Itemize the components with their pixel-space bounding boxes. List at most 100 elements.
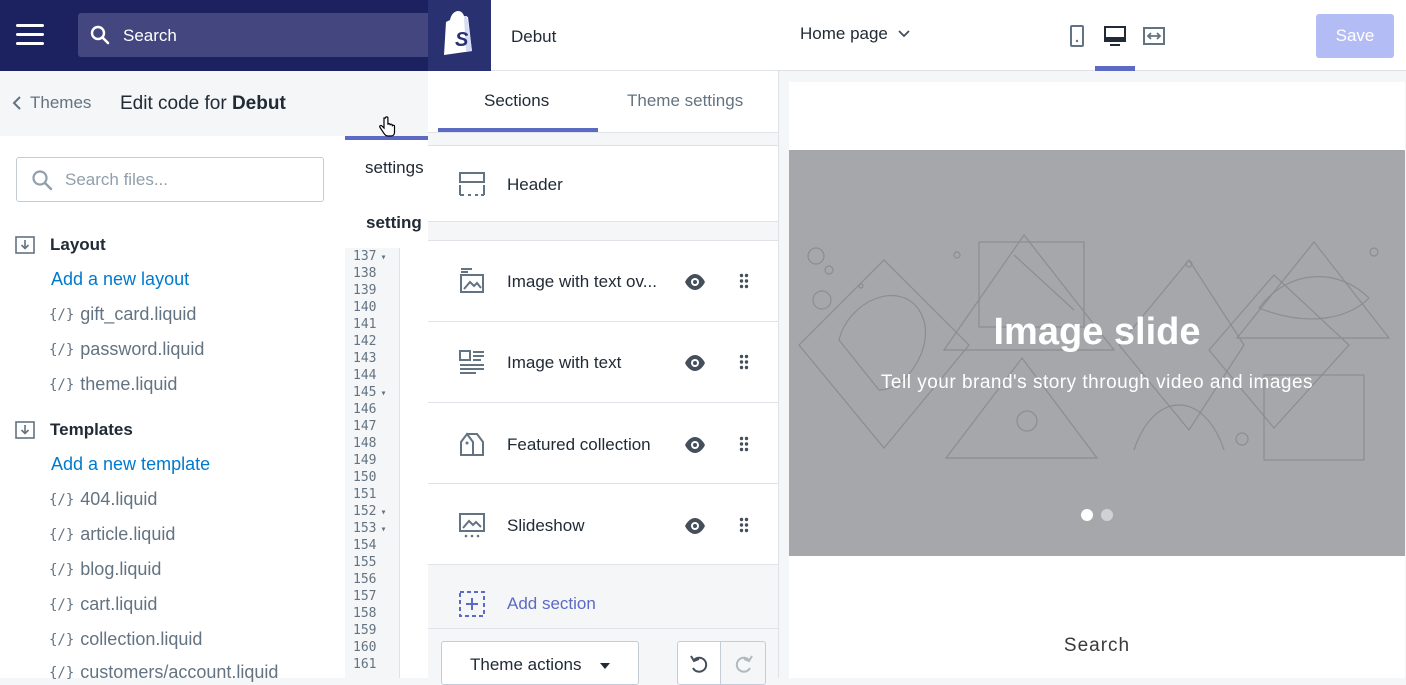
- line-number: 145: [345, 384, 399, 401]
- redo-icon: [735, 655, 753, 673]
- undo-icon: [690, 655, 708, 673]
- chevron-left-icon: [12, 96, 21, 110]
- slide-dot-active[interactable]: [1081, 509, 1093, 521]
- line-number: 160: [353, 640, 377, 655]
- image-overlay-icon: [460, 268, 484, 293]
- file-item[interactable]: {/} cart.liquid: [49, 594, 157, 615]
- fullscreen-view-icon[interactable]: [1142, 24, 1166, 48]
- folder-label: Templates: [50, 420, 133, 439]
- line-number: 161: [353, 657, 377, 672]
- shopify-bag-icon: S: [444, 11, 472, 55]
- line-number: 141: [353, 317, 377, 332]
- file-item[interactable]: {/} blog.liquid: [49, 559, 161, 580]
- section-label: Image with text ov...: [507, 272, 657, 291]
- folder-templates[interactable]: Templates: [14, 419, 133, 441]
- line-number: 149: [353, 453, 377, 468]
- header-section-icon: [459, 172, 485, 196]
- eye-icon[interactable]: [684, 352, 706, 374]
- section-item[interactable]: Image with text: [428, 321, 778, 403]
- add-section-icon: [459, 591, 485, 617]
- folder-icon: [15, 421, 35, 439]
- line-number: 153: [345, 520, 399, 537]
- section-item[interactable]: Featured collection: [428, 402, 778, 484]
- liquid-file-icon: {/}: [49, 561, 75, 578]
- add-layout-link[interactable]: Add a new layout: [51, 269, 189, 290]
- file-name: theme.liquid: [80, 374, 178, 394]
- slide-dot[interactable]: [1101, 509, 1113, 521]
- drag-handle-icon[interactable]: [739, 517, 749, 533]
- title-theme: Debut: [231, 93, 286, 114]
- liquid-file-icon: {/}: [49, 341, 75, 358]
- title-prefix: Edit code for: [120, 93, 232, 114]
- line-number: 157: [353, 589, 377, 604]
- undo-button[interactable]: [677, 641, 721, 685]
- tab-theme-settings[interactable]: Theme settings: [627, 91, 743, 111]
- search-icon: [32, 170, 53, 191]
- open-file-tab[interactable]: settings: [365, 158, 424, 178]
- line-number: 152: [345, 503, 399, 520]
- section-item[interactable]: Image with text ov...: [428, 240, 778, 322]
- drag-handle-icon[interactable]: [739, 436, 749, 452]
- drag-handle-icon[interactable]: [739, 273, 749, 289]
- drag-handle-icon[interactable]: [739, 354, 749, 370]
- eye-icon[interactable]: [684, 434, 706, 456]
- line-number: 154: [353, 538, 377, 553]
- line-number: 150: [353, 470, 377, 485]
- section-item[interactable]: Slideshow: [428, 483, 778, 565]
- section-header[interactable]: Header: [428, 145, 778, 222]
- collection-icon: [460, 432, 484, 456]
- redo-button[interactable]: [720, 641, 766, 685]
- tab-sections[interactable]: Sections: [484, 91, 549, 111]
- mobile-view-icon[interactable]: [1066, 24, 1088, 48]
- shopify-logo[interactable]: S: [428, 0, 491, 71]
- line-number-gutter: 137138 139 140 141 142 143 144145146 147 148 149 1…: [345, 248, 400, 678]
- slide-subtitle: Tell your brand's story through video an…: [880, 372, 1314, 393]
- section-label: Featured collection: [507, 435, 651, 454]
- slideshow-icon: [459, 513, 485, 538]
- line-number: 139: [353, 283, 377, 298]
- file-item[interactable]: {/} 404.liquid: [49, 489, 157, 510]
- line-number: 146: [353, 402, 377, 417]
- image-text-icon: [459, 350, 484, 374]
- eye-icon[interactable]: [684, 271, 706, 293]
- back-to-themes-link[interactable]: Themes: [12, 93, 91, 113]
- liquid-file-icon: {/}: [49, 631, 75, 648]
- file-name: 404.liquid: [80, 489, 158, 509]
- desktop-view-icon[interactable]: [1103, 24, 1127, 48]
- file-item[interactable]: {/} collection.liquid: [49, 629, 202, 650]
- theme-name: Debut: [511, 27, 557, 46]
- eye-icon[interactable]: [684, 515, 706, 537]
- file-heading: setting: [366, 213, 422, 232]
- line-number: 148: [353, 436, 377, 451]
- admin-search-input[interactable]: Search: [78, 13, 438, 57]
- line-number: 138: [353, 266, 377, 281]
- file-name: cart.liquid: [80, 594, 158, 614]
- line-number: 151: [353, 487, 377, 502]
- add-section-button[interactable]: Add section: [428, 580, 778, 628]
- line-number: 142: [353, 334, 377, 349]
- liquid-file-icon: {/}: [49, 376, 75, 393]
- file-item[interactable]: {/} theme.liquid: [49, 374, 177, 395]
- menu-icon[interactable]: [16, 24, 44, 46]
- back-label: Themes: [30, 93, 92, 112]
- folder-icon: [15, 236, 35, 254]
- file-item[interactable]: {/} article.liquid: [49, 524, 175, 545]
- file-search-input[interactable]: Search files...: [16, 157, 324, 202]
- page-selector[interactable]: Home page: [800, 24, 910, 44]
- save-button[interactable]: Save: [1316, 14, 1394, 58]
- theme-actions-label: Theme actions: [470, 655, 582, 674]
- liquid-file-icon: {/}: [49, 596, 75, 613]
- search-icon: [90, 25, 110, 45]
- file-item[interactable]: {/} customers/account.liquid: [49, 662, 278, 683]
- file-item[interactable]: {/} password.liquid: [49, 339, 204, 360]
- section-label: Image with text: [507, 353, 622, 372]
- file-name: customers/account.liquid: [80, 662, 279, 682]
- folder-layout[interactable]: Layout: [14, 234, 106, 256]
- add-template-link[interactable]: Add a new template: [51, 454, 210, 475]
- liquid-file-icon: {/}: [49, 491, 75, 508]
- caret-down-icon: [600, 663, 610, 669]
- theme-actions-button[interactable]: Theme actions: [441, 641, 639, 685]
- file-item[interactable]: {/} gift_card.liquid: [49, 304, 196, 325]
- file-search-placeholder: Search files...: [65, 170, 168, 189]
- line-number: 140: [353, 300, 377, 315]
